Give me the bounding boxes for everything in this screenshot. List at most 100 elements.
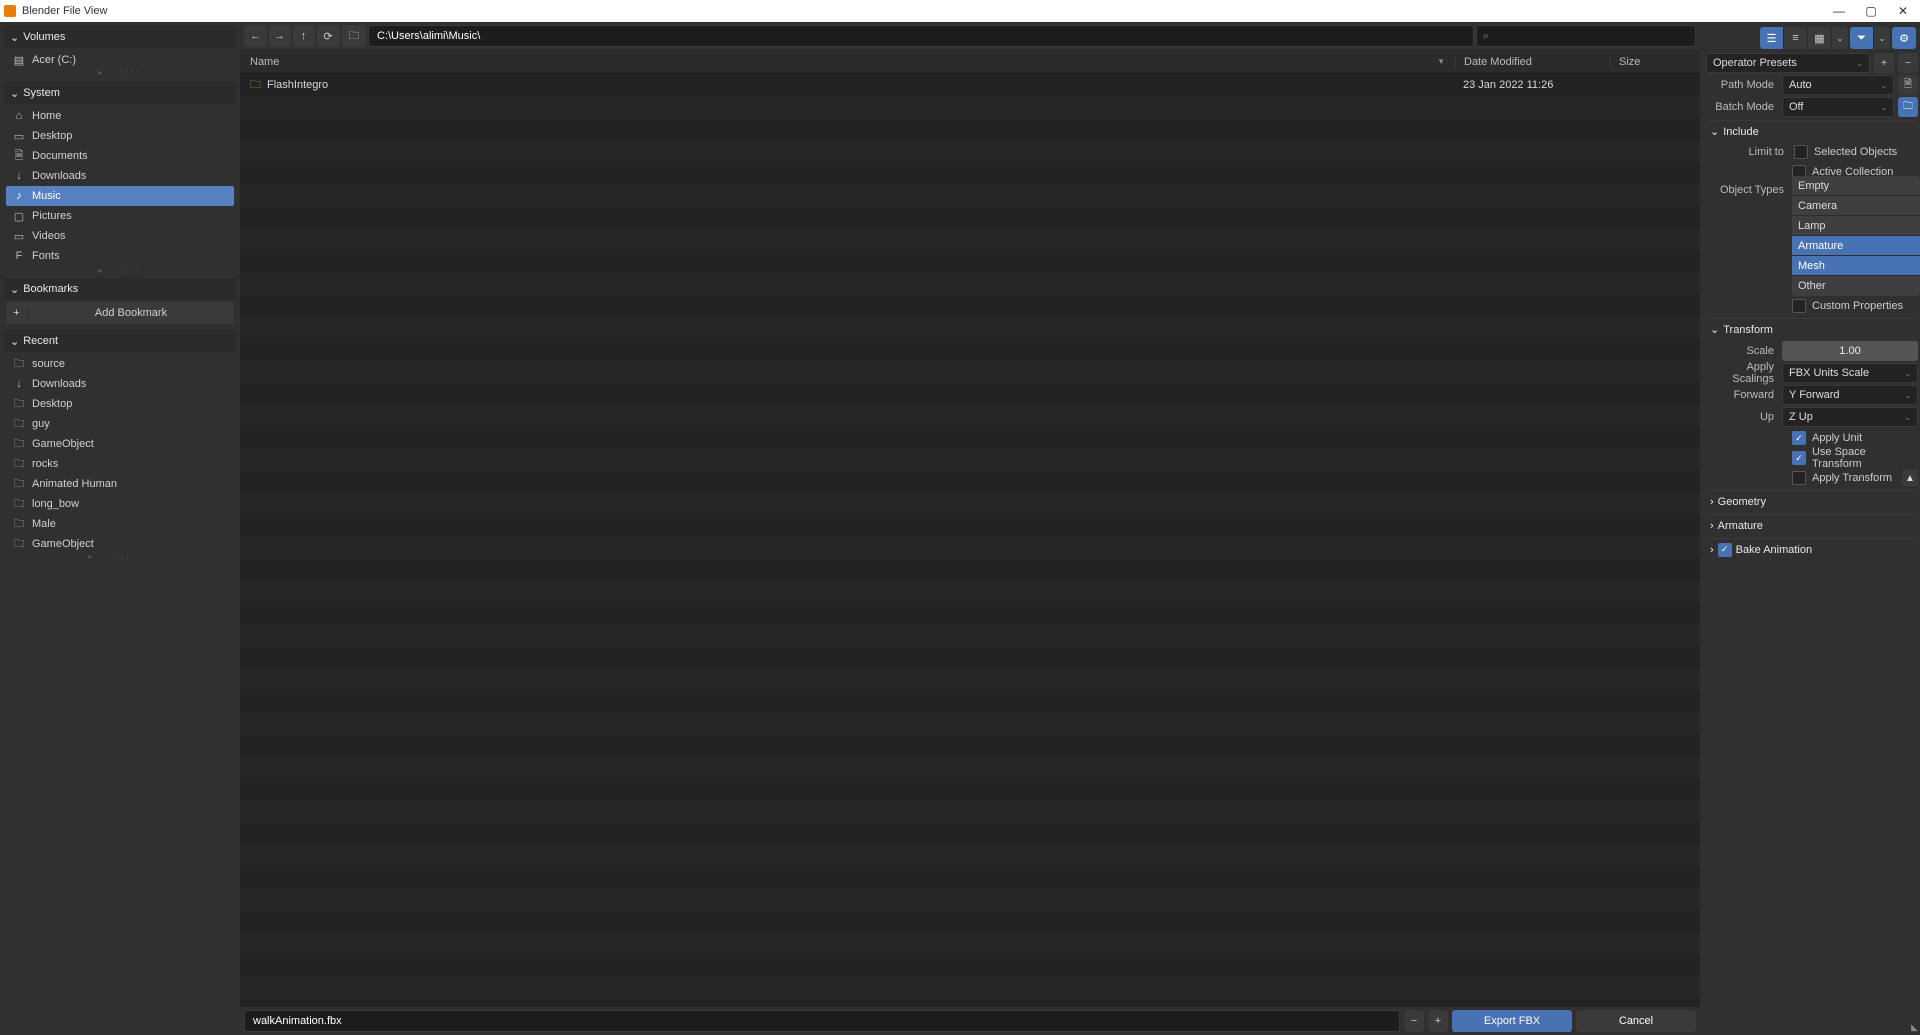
chevron-down-icon: ⌄ <box>1710 323 1719 336</box>
object-type-empty[interactable]: Empty <box>1792 176 1920 196</box>
batch-mode-select[interactable]: Off ⌄ <box>1782 97 1894 117</box>
add-bookmark-button[interactable]: + Add Bookmark <box>6 302 234 324</box>
export-button[interactable]: Export FBX <box>1452 1010 1572 1032</box>
volumes-header[interactable]: ⌄ Volumes <box>4 26 236 48</box>
recent-header[interactable]: ⌄ Recent <box>4 330 236 352</box>
custom-properties-checkbox[interactable] <box>1792 299 1806 313</box>
object-type-mesh[interactable]: Mesh <box>1792 256 1920 276</box>
new-folder-button[interactable]: 🗀 <box>342 25 366 47</box>
settings-button[interactable]: ⚙ <box>1892 27 1916 49</box>
system-item-documents[interactable]: 🗎Documents <box>6 146 234 166</box>
up-label: Up <box>1706 411 1778 423</box>
up-select[interactable]: Z Up ⌄ <box>1782 407 1918 427</box>
use-space-transform-label: Use Space Transform <box>1812 446 1918 470</box>
embed-textures-button[interactable]: 🗎 <box>1898 75 1918 95</box>
minimize-button[interactable]: — <box>1832 4 1846 18</box>
geometry-section-header[interactable]: › Geometry <box>1706 490 1918 512</box>
view-grid-button[interactable]: ▦ <box>1808 27 1832 49</box>
filename-input[interactable] <box>244 1010 1400 1032</box>
search-input[interactable]: ⌕ <box>1476 25 1696 47</box>
object-type-armature[interactable]: Armature <box>1792 236 1920 256</box>
view-detail-button[interactable]: ≡ <box>1784 27 1808 49</box>
recent-item[interactable]: 🗀GameObject <box>6 534 214 554</box>
system-header[interactable]: ⌄ System <box>4 82 236 104</box>
decrement-button[interactable]: − <box>1404 1010 1424 1032</box>
selected-objects-checkbox[interactable] <box>1794 145 1808 159</box>
folder-icon: 🗀 <box>12 395 26 414</box>
system-item-videos[interactable]: ▭Videos <box>6 226 234 246</box>
path-mode-select[interactable]: Auto ⌄ <box>1782 75 1894 95</box>
system-item-fonts[interactable]: FFonts <box>6 246 234 266</box>
collapse-corner-icon[interactable]: ◣ <box>1911 1022 1918 1033</box>
apply-unit-label: Apply Unit <box>1812 432 1862 444</box>
system-item-desktop[interactable]: ▭Desktop <box>6 126 234 146</box>
system-item-downloads[interactable]: ↓Downloads <box>6 166 234 186</box>
include-section-header[interactable]: ⌄ Include <box>1706 120 1918 142</box>
system-item-label: Music <box>32 190 61 202</box>
system-item-music[interactable]: ♪Music <box>6 186 234 206</box>
recent-item-label: Desktop <box>32 398 72 410</box>
column-name-header[interactable]: Name ▼ <box>240 56 1455 68</box>
nav-forward-button[interactable]: → <box>268 25 292 47</box>
bake-animation-checkbox[interactable]: ✓ <box>1718 543 1732 557</box>
recent-item[interactable]: 🗀GameObject <box>6 434 214 454</box>
object-type-camera[interactable]: Camera <box>1792 196 1920 216</box>
apply-scalings-select[interactable]: FBX Units Scale ⌄ <box>1782 363 1918 383</box>
file-row[interactable]: 🗀 FlashIntegro 23 Jan 2022 11:26 <box>240 74 1700 96</box>
batch-own-dir-button[interactable]: 🗀 <box>1898 97 1918 117</box>
forward-select[interactable]: Y Forward ⌄ <box>1782 385 1918 405</box>
object-type-lamp[interactable]: Lamp <box>1792 216 1920 236</box>
recent-item[interactable]: 🗀guy <box>6 414 214 434</box>
column-date-header[interactable]: Date Modified <box>1455 56 1610 68</box>
system-item-home[interactable]: ⌂Home <box>6 106 234 126</box>
view-list-button[interactable]: ☰ <box>1760 27 1784 49</box>
use-space-transform-checkbox[interactable]: ✓ <box>1792 451 1806 465</box>
system-item-pictures[interactable]: ▢Pictures <box>6 206 234 226</box>
recent-item[interactable]: 🗀Male <box>6 514 214 534</box>
filter-dropdown-button[interactable]: ⌄ <box>1874 27 1890 49</box>
operator-presets-select[interactable]: Operator Presets ⌄ <box>1706 53 1870 73</box>
chevron-down-icon: ⌄ <box>1856 59 1863 68</box>
close-button[interactable]: ✕ <box>1896 4 1910 18</box>
forward-label: Forward <box>1706 389 1778 401</box>
nav-back-button[interactable]: ← <box>244 25 268 47</box>
file-list[interactable]: 🗀 FlashIntegro 23 Jan 2022 11:26 <box>240 74 1700 1007</box>
transform-section-header[interactable]: ⌄ Transform <box>1706 318 1918 340</box>
nav-refresh-button[interactable]: ⟳ <box>316 25 340 47</box>
object-types-label: Object Types <box>1706 184 1788 196</box>
system-icon: ↓ <box>12 170 26 182</box>
maximize-button[interactable]: ▢ <box>1864 4 1878 18</box>
chevron-down-icon: ⌄ <box>1710 125 1719 138</box>
chevron-right-icon: › <box>1710 496 1714 508</box>
recent-item[interactable]: 🗀rocks <box>6 454 214 474</box>
view-dropdown-button[interactable]: ⌄ <box>1832 27 1848 49</box>
apply-transform-checkbox[interactable] <box>1792 471 1806 485</box>
recent-item[interactable]: 🗀source <box>6 354 214 374</box>
drag-handle[interactable]: ▸ :::: <box>6 70 234 76</box>
path-input[interactable] <box>368 25 1474 47</box>
nav-up-button[interactable]: ↑ <box>292 25 316 47</box>
increment-button[interactable]: + <box>1428 1010 1448 1032</box>
volumes-label: Volumes <box>23 31 65 43</box>
armature-section-header[interactable]: › Armature <box>1706 514 1918 536</box>
object-type-other[interactable]: Other <box>1792 276 1920 296</box>
chevron-down-icon: ⌄ <box>10 283 19 296</box>
bookmarks-header[interactable]: ⌄ Bookmarks <box>4 278 236 300</box>
recent-item[interactable]: 🗀Animated Human <box>6 474 214 494</box>
recent-item[interactable]: ↓Downloads <box>6 374 214 394</box>
drag-handle[interactable]: ▸ :::: <box>6 554 214 560</box>
scale-input[interactable]: 1.00 <box>1782 341 1918 361</box>
apply-unit-checkbox[interactable]: ✓ <box>1792 431 1806 445</box>
preset-remove-button[interactable]: − <box>1898 53 1918 73</box>
column-size-header[interactable]: Size <box>1610 56 1700 68</box>
recent-item[interactable]: 🗀long_bow <box>6 494 214 514</box>
recent-item[interactable]: 🗀 Desktop <box>6 394 214 414</box>
chevron-down-icon: ⌄ <box>1880 103 1887 112</box>
drag-handle[interactable]: ▸ :::: <box>4 268 236 274</box>
system-icon: F <box>12 250 26 262</box>
bake-animation-section-header[interactable]: › ✓ Bake Animation <box>1706 538 1918 560</box>
preset-add-button[interactable]: + <box>1874 53 1894 73</box>
cancel-button[interactable]: Cancel <box>1576 1010 1696 1032</box>
volume-item-acer-c[interactable]: ▤ Acer (C:) <box>6 50 234 70</box>
filter-button[interactable]: ⏷ <box>1850 27 1874 49</box>
